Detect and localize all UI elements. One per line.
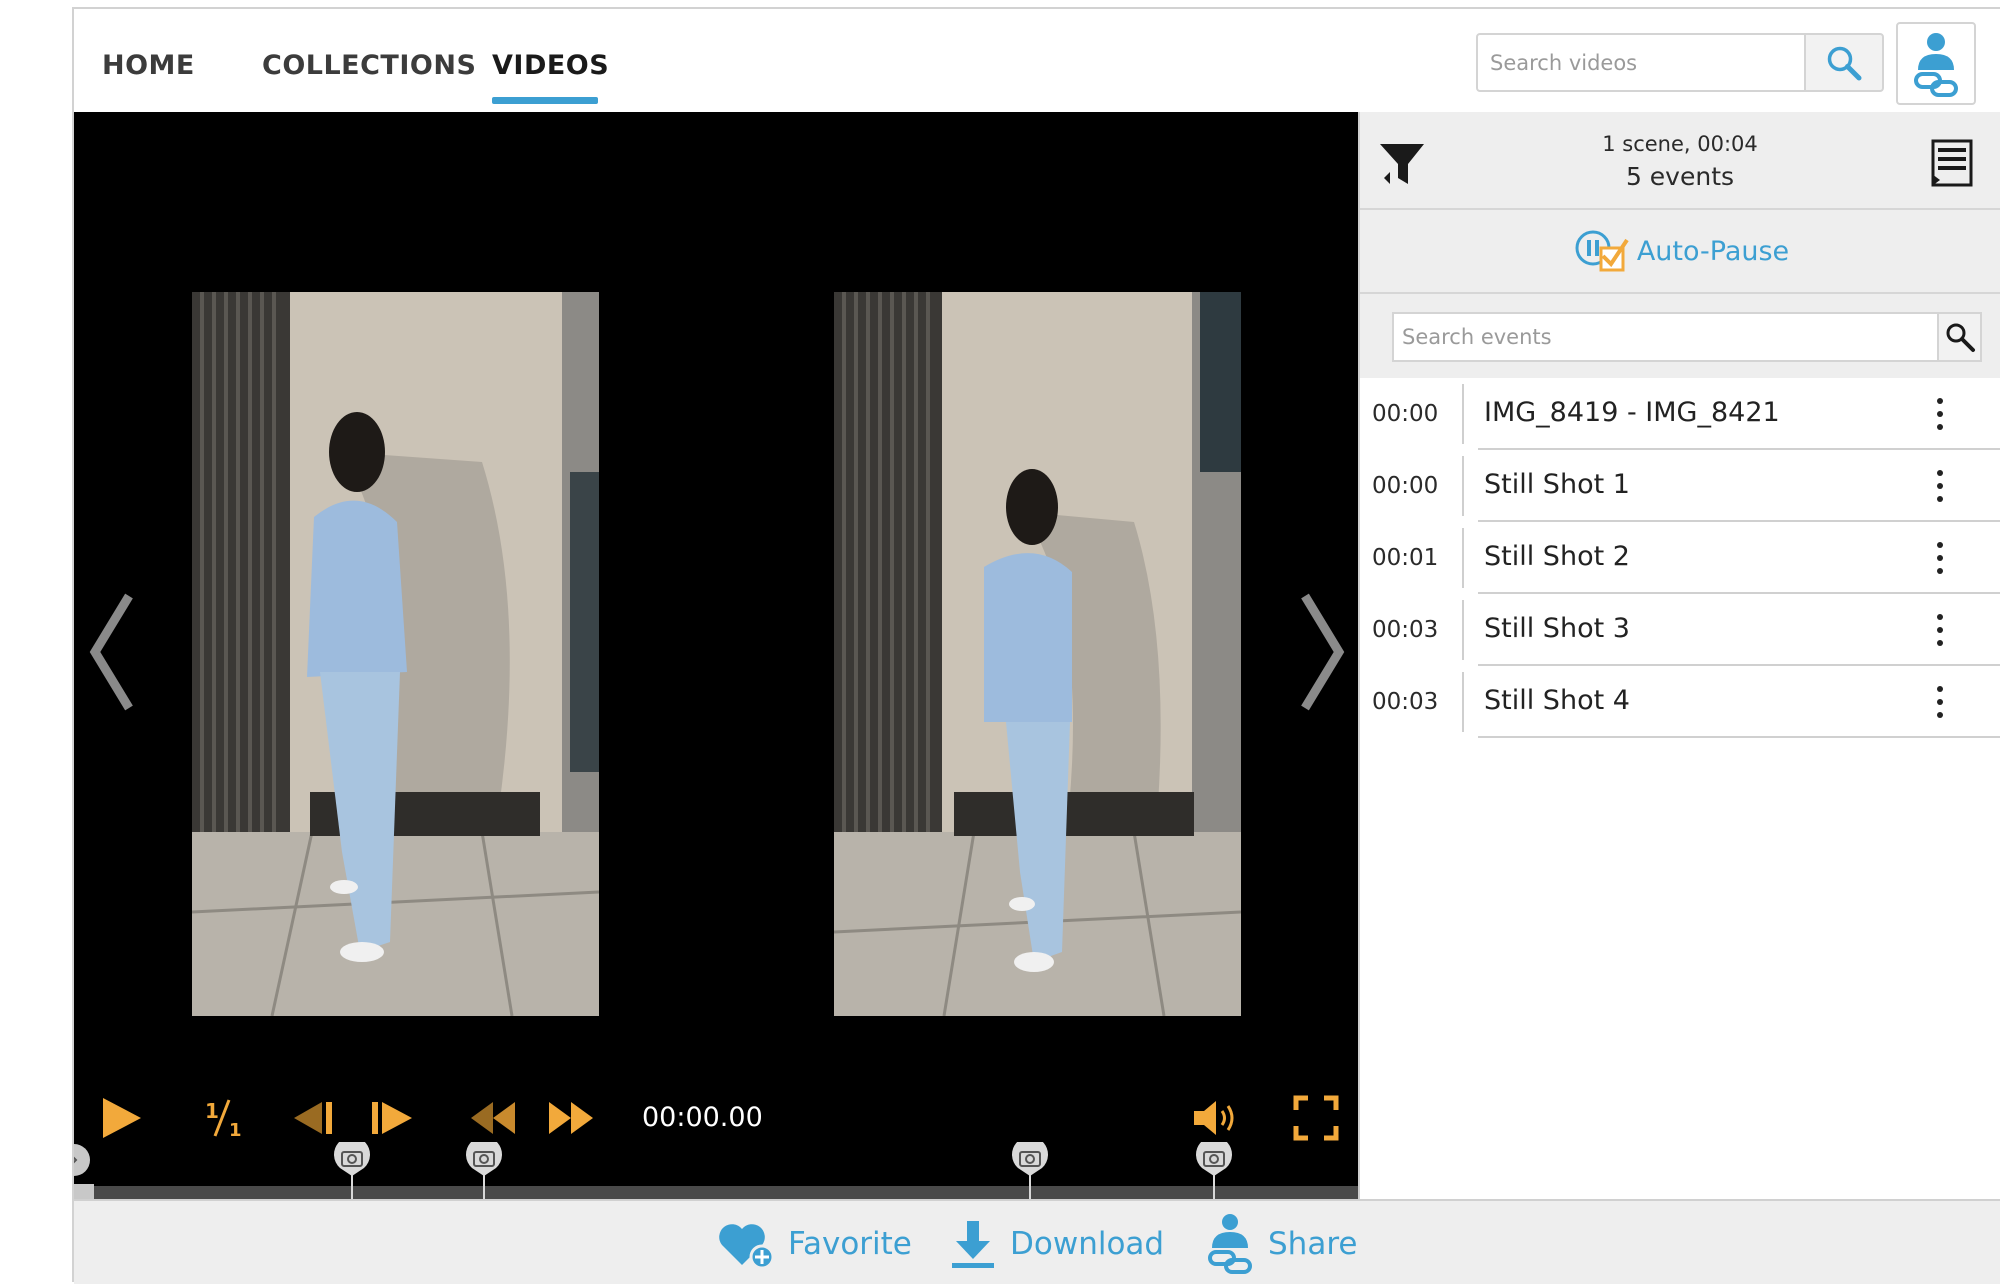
search-icon [1946,323,1975,352]
event-title: Still Shot 4 [1484,685,1630,716]
events-panel: 1 scene, 00:04 5 events Auto-Pause Searc… [1358,112,2000,1199]
action-bar: Favorite Download Share [74,1199,2000,1284]
event-menu-button[interactable] [1920,534,1960,582]
app-window: HOME COLLECTIONS VIDEOS Search videos 1 … [72,7,2000,1284]
heart-add-icon [719,1223,775,1269]
rewind-icon [471,1102,515,1134]
event-search-area [1360,294,2000,378]
step-back-icon [294,1102,332,1134]
more-vertical-icon [1937,470,1943,502]
share-link-icon [1208,1213,1252,1274]
more-vertical-icon [1937,614,1943,646]
event-menu-button[interactable] [1920,462,1960,510]
tab-collections[interactable]: COLLECTIONS [262,50,476,81]
favorite-label: Favorite [788,1225,912,1262]
download-label: Download [1010,1225,1165,1262]
download-button[interactable]: Download [948,1201,1164,1286]
chevron-right-icon [1301,593,1345,711]
event-title: Still Shot 1 [1484,469,1630,500]
event-time: 00:00 [1372,401,1439,427]
video-frame-right [834,292,1241,1016]
step-forward-icon [372,1102,412,1134]
list-view-icon [1931,139,1973,187]
event-row[interactable]: 00:00 IMG_8419 - IMG_8421 [1360,378,2000,450]
event-list: 00:00 IMG_8419 - IMG_8421 00:00 Still Sh… [1360,378,2000,738]
svg-text:1: 1 [205,1099,219,1123]
event-count: 5 events [1625,162,1735,191]
scene-summary: 1 scene, 00:04 [1602,132,1758,156]
event-title: Still Shot 2 [1484,541,1630,572]
scene-marker[interactable] [74,1142,94,1199]
scene-marker-icon [74,1144,94,1199]
event-time: 00:01 [1372,545,1439,571]
video-player[interactable]: 1 1 00:00.00 [74,112,1358,1199]
next-video-arrow[interactable] [1294,582,1354,722]
timeline-track[interactable] [74,1186,1358,1199]
tab-home[interactable]: HOME [102,50,195,81]
event-divider [1462,528,1464,588]
event-time: 00:03 [1372,689,1439,715]
event-separator [1478,736,2000,738]
active-tab-indicator [492,97,598,104]
still-shot-marker[interactable] [332,1136,372,1199]
tab-videos[interactable]: VIDEOS [492,50,609,81]
event-time: 00:00 [1372,473,1439,499]
search-icon [1827,46,1862,80]
events-panel-header: 1 scene, 00:04 5 events [1360,112,2000,210]
account-share-button[interactable] [1896,22,1976,105]
search-videos-button[interactable] [1804,33,1884,92]
event-divider [1462,384,1464,444]
event-time: 00:03 [1372,617,1439,643]
fast-forward-icon [549,1102,593,1134]
event-title: IMG_8419 - IMG_8421 [1484,397,1780,428]
filter-button[interactable] [1376,138,1432,194]
still-shot-marker[interactable] [1010,1136,1050,1199]
search-events-input[interactable] [1392,312,1939,362]
event-row[interactable]: 00:03 Still Shot 3 [1360,594,2000,666]
share-button[interactable]: Share [1204,1201,1357,1286]
fullscreen-icon [1293,1095,1339,1141]
event-menu-button[interactable] [1920,390,1960,438]
event-menu-button[interactable] [1920,606,1960,654]
camera-marker-icon [1196,1136,1232,1199]
play-icon [103,1098,141,1138]
event-divider [1462,600,1464,660]
camera-marker-icon [1012,1136,1048,1199]
auto-pause-icon [1575,230,1629,272]
volume-icon [1194,1101,1234,1135]
svg-text:1: 1 [229,1120,242,1140]
event-row[interactable]: 00:03 Still Shot 4 [1360,666,2000,738]
event-divider [1462,672,1464,732]
user-link-icon [1914,32,1958,97]
filter-icon [1380,144,1424,184]
share-label: Share [1268,1225,1358,1262]
top-navigation: HOME COLLECTIONS VIDEOS [74,9,2000,112]
auto-pause-label: Auto-Pause [1636,235,1790,267]
chevron-left-icon [89,593,133,711]
camera-marker-icon [466,1136,502,1199]
more-vertical-icon [1937,686,1943,718]
camera-marker-icon [334,1136,370,1199]
event-row[interactable]: 00:00 Still Shot 1 [1360,450,2000,522]
auto-pause-toggle[interactable]: Auto-Pause [1360,210,2000,294]
video-frame-left [192,292,599,1016]
previous-video-arrow[interactable] [80,582,140,722]
still-shot-marker[interactable] [1194,1136,1234,1199]
download-icon [952,1220,994,1268]
speed-fraction-icon: 1 1 [205,1099,242,1140]
search-videos-input[interactable] [1476,33,1806,92]
favorite-button[interactable]: Favorite [716,1201,912,1286]
more-vertical-icon [1937,398,1943,430]
event-divider [1462,456,1464,516]
more-vertical-icon [1937,542,1943,574]
search-events-button[interactable] [1937,312,1982,362]
event-menu-button[interactable] [1920,678,1960,726]
timeline[interactable] [74,1136,1358,1199]
event-row[interactable]: 00:01 Still Shot 2 [1360,522,2000,594]
list-view-button[interactable] [1930,138,1976,188]
still-shot-marker[interactable] [464,1136,504,1199]
event-title: Still Shot 3 [1484,613,1630,644]
